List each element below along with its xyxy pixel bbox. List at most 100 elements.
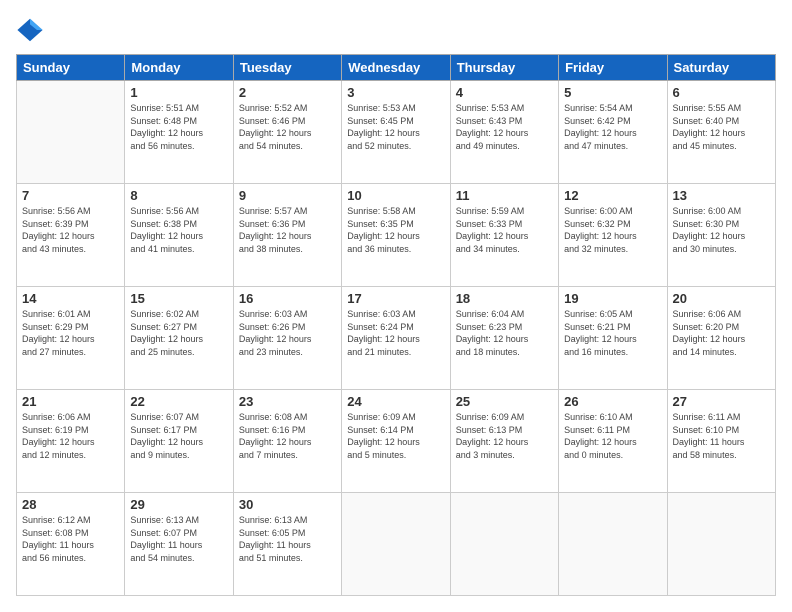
day-number: 1 bbox=[130, 85, 227, 100]
day-info: Sunrise: 6:06 AM Sunset: 6:20 PM Dayligh… bbox=[673, 308, 770, 358]
day-number: 7 bbox=[22, 188, 119, 203]
calendar-cell bbox=[17, 81, 125, 184]
day-info: Sunrise: 6:03 AM Sunset: 6:26 PM Dayligh… bbox=[239, 308, 336, 358]
calendar-cell: 15 Sunrise: 6:02 AM Sunset: 6:27 PM Dayli… bbox=[125, 287, 233, 390]
day-info: Sunrise: 5:58 AM Sunset: 6:35 PM Dayligh… bbox=[347, 205, 444, 255]
day-number: 13 bbox=[673, 188, 770, 203]
day-info: Sunrise: 5:56 AM Sunset: 6:38 PM Dayligh… bbox=[130, 205, 227, 255]
weekday-header-wednesday: Wednesday bbox=[342, 55, 450, 81]
calendar-cell: 22 Sunrise: 6:07 AM Sunset: 6:17 PM Dayli… bbox=[125, 390, 233, 493]
weekday-header-row: SundayMondayTuesdayWednesdayThursdayFrid… bbox=[17, 55, 776, 81]
day-info: Sunrise: 6:08 AM Sunset: 6:16 PM Dayligh… bbox=[239, 411, 336, 461]
day-number: 23 bbox=[239, 394, 336, 409]
day-info: Sunrise: 6:13 AM Sunset: 6:07 PM Dayligh… bbox=[130, 514, 227, 564]
day-info: Sunrise: 6:13 AM Sunset: 6:05 PM Dayligh… bbox=[239, 514, 336, 564]
calendar-cell: 25 Sunrise: 6:09 AM Sunset: 6:13 PM Dayli… bbox=[450, 390, 558, 493]
day-info: Sunrise: 6:00 AM Sunset: 6:32 PM Dayligh… bbox=[564, 205, 661, 255]
calendar-cell: 21Sunrise: 6:06 AM Sunset: 6:19 PM Dayli… bbox=[17, 390, 125, 493]
day-info: Sunrise: 5:55 AM Sunset: 6:40 PM Dayligh… bbox=[673, 102, 770, 152]
weekday-header-monday: Monday bbox=[125, 55, 233, 81]
weekday-header-friday: Friday bbox=[559, 55, 667, 81]
day-info: Sunrise: 6:02 AM Sunset: 6:27 PM Dayligh… bbox=[130, 308, 227, 358]
day-number: 9 bbox=[239, 188, 336, 203]
logo bbox=[16, 16, 48, 44]
day-number: 15 bbox=[130, 291, 227, 306]
weekday-header-sunday: Sunday bbox=[17, 55, 125, 81]
calendar-cell bbox=[342, 493, 450, 596]
day-info: Sunrise: 6:05 AM Sunset: 6:21 PM Dayligh… bbox=[564, 308, 661, 358]
day-number: 6 bbox=[673, 85, 770, 100]
calendar-cell: 2 Sunrise: 5:52 AM Sunset: 6:46 PM Daylig… bbox=[233, 81, 341, 184]
day-number: 3 bbox=[347, 85, 444, 100]
day-number: 26 bbox=[564, 394, 661, 409]
calendar-cell: 4 Sunrise: 5:53 AM Sunset: 6:43 PM Daylig… bbox=[450, 81, 558, 184]
day-info: Sunrise: 6:03 AM Sunset: 6:24 PM Dayligh… bbox=[347, 308, 444, 358]
day-info: Sunrise: 6:11 AM Sunset: 6:10 PM Dayligh… bbox=[673, 411, 770, 461]
day-info: Sunrise: 6:09 AM Sunset: 6:13 PM Dayligh… bbox=[456, 411, 553, 461]
day-number: 17 bbox=[347, 291, 444, 306]
calendar-cell: 18 Sunrise: 6:04 AM Sunset: 6:23 PM Dayli… bbox=[450, 287, 558, 390]
calendar-cell bbox=[559, 493, 667, 596]
calendar-cell: 29 Sunrise: 6:13 AM Sunset: 6:07 PM Dayli… bbox=[125, 493, 233, 596]
day-number: 30 bbox=[239, 497, 336, 512]
calendar-cell: 19 Sunrise: 6:05 AM Sunset: 6:21 PM Dayli… bbox=[559, 287, 667, 390]
weekday-header-thursday: Thursday bbox=[450, 55, 558, 81]
day-number: 16 bbox=[239, 291, 336, 306]
header bbox=[16, 16, 776, 44]
day-number: 2 bbox=[239, 85, 336, 100]
day-info: Sunrise: 6:06 AM Sunset: 6:19 PM Dayligh… bbox=[22, 411, 119, 461]
calendar-cell: 8 Sunrise: 5:56 AM Sunset: 6:38 PM Daylig… bbox=[125, 184, 233, 287]
day-number: 27 bbox=[673, 394, 770, 409]
day-number: 12 bbox=[564, 188, 661, 203]
calendar-cell: 24 Sunrise: 6:09 AM Sunset: 6:14 PM Dayli… bbox=[342, 390, 450, 493]
logo-icon bbox=[16, 16, 44, 44]
day-number: 5 bbox=[564, 85, 661, 100]
day-info: Sunrise: 5:54 AM Sunset: 6:42 PM Dayligh… bbox=[564, 102, 661, 152]
day-info: Sunrise: 5:53 AM Sunset: 6:45 PM Dayligh… bbox=[347, 102, 444, 152]
day-info: Sunrise: 5:57 AM Sunset: 6:36 PM Dayligh… bbox=[239, 205, 336, 255]
calendar-cell: 13 Sunrise: 6:00 AM Sunset: 6:30 PM Dayli… bbox=[667, 184, 775, 287]
day-info: Sunrise: 6:07 AM Sunset: 6:17 PM Dayligh… bbox=[130, 411, 227, 461]
day-info: Sunrise: 6:09 AM Sunset: 6:14 PM Dayligh… bbox=[347, 411, 444, 461]
day-number: 19 bbox=[564, 291, 661, 306]
calendar-cell: 23 Sunrise: 6:08 AM Sunset: 6:16 PM Dayli… bbox=[233, 390, 341, 493]
day-number: 8 bbox=[130, 188, 227, 203]
calendar-cell: 14Sunrise: 6:01 AM Sunset: 6:29 PM Dayli… bbox=[17, 287, 125, 390]
day-number: 22 bbox=[130, 394, 227, 409]
calendar-cell: 3 Sunrise: 5:53 AM Sunset: 6:45 PM Daylig… bbox=[342, 81, 450, 184]
day-number: 25 bbox=[456, 394, 553, 409]
day-info: Sunrise: 5:53 AM Sunset: 6:43 PM Dayligh… bbox=[456, 102, 553, 152]
day-info: Sunrise: 5:51 AM Sunset: 6:48 PM Dayligh… bbox=[130, 102, 227, 152]
calendar-page: SundayMondayTuesdayWednesdayThursdayFrid… bbox=[0, 0, 792, 612]
day-number: 29 bbox=[130, 497, 227, 512]
calendar-cell: 12 Sunrise: 6:00 AM Sunset: 6:32 PM Dayli… bbox=[559, 184, 667, 287]
day-number: 11 bbox=[456, 188, 553, 203]
day-info: Sunrise: 6:10 AM Sunset: 6:11 PM Dayligh… bbox=[564, 411, 661, 461]
calendar-cell: 5 Sunrise: 5:54 AM Sunset: 6:42 PM Daylig… bbox=[559, 81, 667, 184]
calendar-cell: 28Sunrise: 6:12 AM Sunset: 6:08 PM Dayli… bbox=[17, 493, 125, 596]
calendar-cell: 9 Sunrise: 5:57 AM Sunset: 6:36 PM Daylig… bbox=[233, 184, 341, 287]
day-info: Sunrise: 5:52 AM Sunset: 6:46 PM Dayligh… bbox=[239, 102, 336, 152]
calendar-week-1: 1 Sunrise: 5:51 AM Sunset: 6:48 PM Daylig… bbox=[17, 81, 776, 184]
day-info: Sunrise: 6:04 AM Sunset: 6:23 PM Dayligh… bbox=[456, 308, 553, 358]
day-number: 20 bbox=[673, 291, 770, 306]
day-number: 10 bbox=[347, 188, 444, 203]
day-number: 18 bbox=[456, 291, 553, 306]
weekday-header-saturday: Saturday bbox=[667, 55, 775, 81]
day-number: 24 bbox=[347, 394, 444, 409]
day-info: Sunrise: 5:56 AM Sunset: 6:39 PM Dayligh… bbox=[22, 205, 119, 255]
calendar-table: SundayMondayTuesdayWednesdayThursdayFrid… bbox=[16, 54, 776, 596]
calendar-cell bbox=[667, 493, 775, 596]
day-info: Sunrise: 5:59 AM Sunset: 6:33 PM Dayligh… bbox=[456, 205, 553, 255]
calendar-cell: 20 Sunrise: 6:06 AM Sunset: 6:20 PM Dayli… bbox=[667, 287, 775, 390]
calendar-week-2: 7 Sunrise: 5:56 AM Sunset: 6:39 PM Daylig… bbox=[17, 184, 776, 287]
day-number: 4 bbox=[456, 85, 553, 100]
day-info: Sunrise: 6:01 AM Sunset: 6:29 PM Dayligh… bbox=[22, 308, 119, 358]
calendar-week-3: 14Sunrise: 6:01 AM Sunset: 6:29 PM Dayli… bbox=[17, 287, 776, 390]
day-info: Sunrise: 6:00 AM Sunset: 6:30 PM Dayligh… bbox=[673, 205, 770, 255]
calendar-cell: 27 Sunrise: 6:11 AM Sunset: 6:10 PM Dayli… bbox=[667, 390, 775, 493]
calendar-cell: 1 Sunrise: 5:51 AM Sunset: 6:48 PM Daylig… bbox=[125, 81, 233, 184]
day-info: Sunrise: 6:12 AM Sunset: 6:08 PM Dayligh… bbox=[22, 514, 119, 564]
calendar-week-5: 28Sunrise: 6:12 AM Sunset: 6:08 PM Dayli… bbox=[17, 493, 776, 596]
calendar-cell: 16 Sunrise: 6:03 AM Sunset: 6:26 PM Dayli… bbox=[233, 287, 341, 390]
